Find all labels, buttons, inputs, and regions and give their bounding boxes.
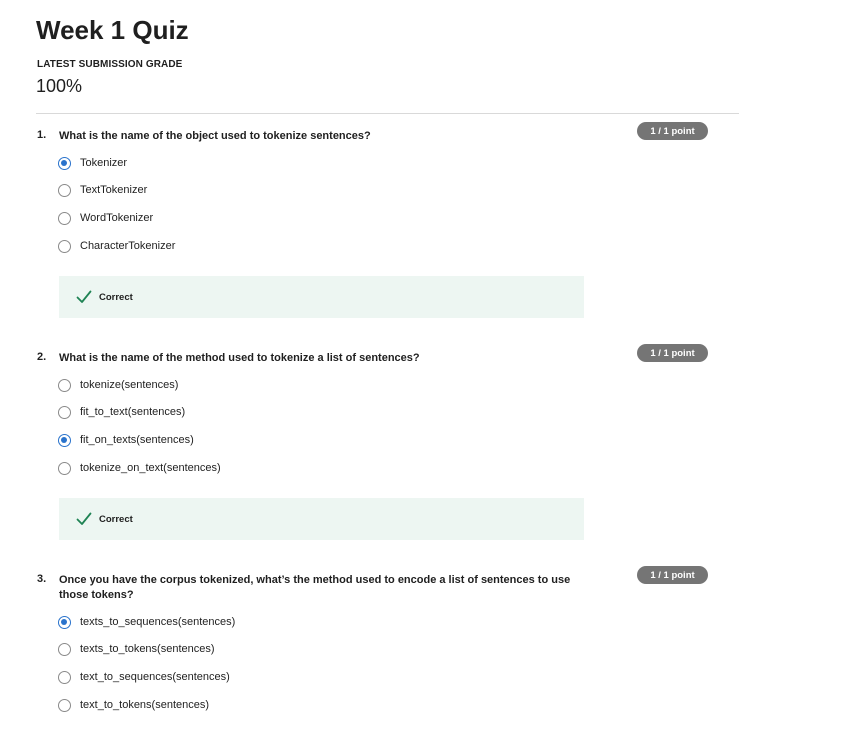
- radio-icon[interactable]: [58, 461, 71, 475]
- option-label: texts_to_tokens(sentences): [80, 643, 215, 655]
- radio-icon[interactable]: [58, 405, 71, 419]
- question-number: 2.: [37, 351, 47, 363]
- checkmark-icon: [76, 512, 92, 525]
- question-number: 3.: [37, 573, 47, 585]
- option-texttokenizer[interactable]: TextTokenizer: [58, 182, 147, 198]
- option-text-to-tokens[interactable]: text_to_tokens(sentences): [58, 697, 209, 713]
- radio-icon[interactable]: [58, 378, 71, 392]
- option-tokenize-on-text[interactable]: tokenize_on_text(sentences): [58, 460, 221, 476]
- option-wordtokenizer[interactable]: WordTokenizer: [58, 210, 153, 226]
- option-label: tokenize_on_text(sentences): [80, 462, 221, 474]
- question-number: 1.: [37, 129, 47, 141]
- radio-icon[interactable]: [58, 211, 71, 225]
- radio-selected-icon[interactable]: [58, 615, 71, 629]
- points-badge: 1 / 1 point: [637, 122, 708, 140]
- points-badge: 1 / 1 point: [637, 566, 708, 584]
- page-title: Week 1 Quiz: [36, 15, 189, 45]
- option-charactertokenizer[interactable]: CharacterTokenizer: [58, 238, 175, 254]
- option-tokenizer[interactable]: Tokenizer: [58, 155, 127, 171]
- option-label: WordTokenizer: [80, 212, 154, 224]
- option-label: TextTokenizer: [80, 184, 148, 196]
- feedback-correct: Correct: [59, 276, 584, 318]
- feedback-correct: Correct: [59, 498, 584, 540]
- option-label: fit_to_text(sentences): [80, 406, 186, 418]
- radio-icon[interactable]: [58, 239, 71, 253]
- option-label: tokenize(sentences): [80, 379, 179, 391]
- option-texts-to-sequences[interactable]: texts_to_sequences(sentences): [58, 614, 235, 630]
- grade-label: LATEST SUBMISSION GRADE: [37, 59, 183, 70]
- option-label: Tokenizer: [80, 157, 128, 169]
- option-texts-to-tokens[interactable]: texts_to_tokens(sentences): [58, 641, 215, 657]
- option-label: text_to_sequences(sentences): [80, 671, 230, 683]
- option-fit-on-texts[interactable]: fit_on_texts(sentences): [58, 432, 194, 448]
- option-label: fit_on_texts(sentences): [80, 434, 194, 446]
- checkmark-icon: [76, 290, 92, 303]
- radio-icon[interactable]: [58, 642, 71, 656]
- option-label: text_to_tokens(sentences): [80, 699, 210, 711]
- radio-icon[interactable]: [58, 670, 71, 684]
- question-text: What is the name of the object used to t…: [59, 130, 371, 142]
- divider: [36, 113, 739, 114]
- question-text: Once you have the corpus tokenized, what…: [59, 574, 571, 601]
- option-text-to-sequences[interactable]: text_to_sequences(sentences): [58, 669, 230, 685]
- radio-selected-icon[interactable]: [58, 433, 71, 447]
- option-tokenize[interactable]: tokenize(sentences): [58, 377, 178, 393]
- option-label: texts_to_sequences(sentences): [80, 616, 236, 628]
- grade-value: 100%: [36, 76, 83, 96]
- radio-icon[interactable]: [58, 183, 71, 197]
- radio-icon[interactable]: [58, 698, 71, 712]
- question-text: What is the name of the method used to t…: [59, 352, 420, 364]
- feedback-label: Correct: [99, 513, 133, 525]
- points-badge: 1 / 1 point: [637, 344, 708, 362]
- option-fit-to-text[interactable]: fit_to_text(sentences): [58, 404, 185, 420]
- radio-selected-icon[interactable]: [58, 156, 71, 170]
- option-label: CharacterTokenizer: [80, 240, 176, 252]
- feedback-label: Correct: [99, 291, 133, 303]
